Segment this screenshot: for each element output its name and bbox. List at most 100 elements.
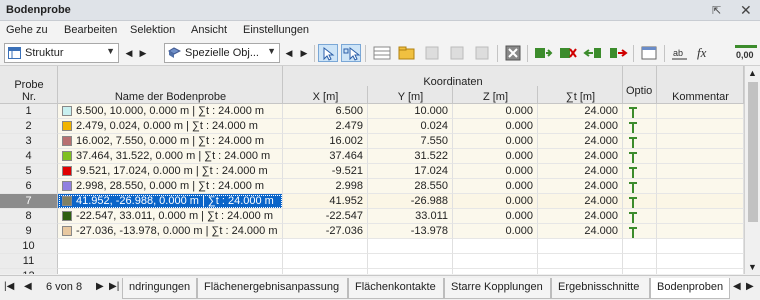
x-cell[interactable]: 2.479 bbox=[283, 119, 368, 134]
z-cell[interactable]: 0.000 bbox=[453, 194, 538, 209]
comment-cell[interactable] bbox=[657, 104, 744, 119]
x-cell[interactable] bbox=[283, 254, 368, 269]
prev-page-button[interactable]: ◀ bbox=[24, 281, 32, 292]
x-cell[interactable] bbox=[283, 239, 368, 254]
options-cell[interactable] bbox=[623, 149, 657, 164]
menu-settings[interactable]: Einstellungen bbox=[243, 24, 309, 36]
comment-cell[interactable] bbox=[657, 269, 744, 274]
z-cell[interactable] bbox=[453, 239, 538, 254]
sample-name-cell[interactable]: 2.479, 0.024, 0.000 m | ∑t : 24.000 m bbox=[58, 119, 283, 134]
menu-selection[interactable]: Selektion bbox=[130, 24, 175, 36]
x-cell[interactable]: 16.002 bbox=[283, 134, 368, 149]
comment-cell[interactable] bbox=[657, 149, 744, 164]
x-cell[interactable]: 2.998 bbox=[283, 179, 368, 194]
menu-edit[interactable]: Bearbeiten bbox=[64, 24, 117, 36]
x-cell[interactable]: 41.952 bbox=[283, 194, 368, 209]
sum-t-cell[interactable]: 24.000 bbox=[538, 179, 623, 194]
table-row[interactable]: 7 41.952, -26.988, 0.000 m | ∑t : 24.000 … bbox=[0, 194, 744, 209]
options-cell[interactable] bbox=[623, 239, 657, 254]
menu-goto[interactable]: Gehe zu bbox=[6, 24, 48, 36]
table-row[interactable]: 1 6.500, 10.000, 0.000 m | ∑t : 24.000 m 6… bbox=[0, 104, 744, 119]
table-row[interactable]: 3 16.002, 7.550, 0.000 m | ∑t : 24.000 m 1… bbox=[0, 134, 744, 149]
y-cell[interactable]: 28.550 bbox=[368, 179, 453, 194]
close-button[interactable]: ✕ bbox=[740, 2, 752, 19]
sample-name-cell[interactable]: -9.521, 17.024, 0.000 m | ∑t : 24.000 m bbox=[58, 164, 283, 179]
sum-t-cell[interactable] bbox=[538, 269, 623, 274]
table-row[interactable]: 12 bbox=[0, 269, 744, 274]
comment-cell[interactable] bbox=[657, 179, 744, 194]
sample-name-cell[interactable]: -27.036, -13.978, 0.000 m | ∑t : 24.000 … bbox=[58, 224, 283, 239]
options-cell[interactable] bbox=[623, 209, 657, 224]
y-cell[interactable]: 17.024 bbox=[368, 164, 453, 179]
options-cell[interactable] bbox=[623, 164, 657, 179]
first-page-button[interactable]: |◀ bbox=[4, 281, 14, 292]
sum-t-cell[interactable]: 24.000 bbox=[538, 209, 623, 224]
import-icon[interactable] bbox=[583, 44, 603, 62]
scroll-down-icon[interactable]: ▼ bbox=[748, 262, 757, 272]
table-row[interactable]: 10 bbox=[0, 239, 744, 254]
sample-name-cell[interactable] bbox=[58, 269, 283, 274]
objects-combo[interactable]: Spezielle Obj... ▼ bbox=[164, 43, 280, 63]
sum-t-cell[interactable]: 24.000 bbox=[538, 134, 623, 149]
table-row[interactable]: 4 37.464, 31.522, 0.000 m | ∑t : 24.000 m… bbox=[0, 149, 744, 164]
x-cell[interactable]: -22.547 bbox=[283, 209, 368, 224]
sum-t-cell[interactable]: 24.000 bbox=[538, 149, 623, 164]
vertical-scrollbar[interactable]: ▲ ▼ bbox=[744, 66, 760, 274]
comment-cell[interactable] bbox=[657, 224, 744, 239]
comment-cell[interactable] bbox=[657, 119, 744, 134]
y-cell[interactable]: 10.000 bbox=[368, 104, 453, 119]
next-arrow-button[interactable]: ▶ bbox=[136, 45, 150, 61]
scrollbar-thumb[interactable] bbox=[748, 82, 758, 222]
options-cell[interactable] bbox=[623, 269, 657, 274]
comment-cell[interactable] bbox=[657, 209, 744, 224]
sample-name-cell[interactable]: -22.547, 33.011, 0.000 m | ∑t : 24.000 m bbox=[58, 209, 283, 224]
z-cell[interactable] bbox=[453, 269, 538, 274]
folder-icon[interactable] bbox=[397, 44, 417, 62]
comment-cell[interactable] bbox=[657, 134, 744, 149]
sample-name-cell[interactable] bbox=[58, 254, 283, 269]
last-page-button[interactable]: ▶| bbox=[109, 281, 119, 292]
tab-6[interactable]: Bodenproben bbox=[650, 278, 730, 299]
y-cell[interactable]: -26.988 bbox=[368, 194, 453, 209]
z-cell[interactable] bbox=[453, 254, 538, 269]
options-cell[interactable] bbox=[623, 119, 657, 134]
tab-3[interactable]: Flächenkontakte bbox=[348, 278, 444, 299]
table-row[interactable]: 2 2.479, 0.024, 0.000 m | ∑t : 24.000 m 2.… bbox=[0, 119, 744, 134]
tab-2[interactable]: Flächenergebnisanpassung bbox=[197, 278, 348, 299]
options-cell[interactable] bbox=[623, 104, 657, 119]
table-row[interactable]: 9 -27.036, -13.978, 0.000 m | ∑t : 24.000… bbox=[0, 224, 744, 239]
insert-row-icon[interactable] bbox=[533, 44, 553, 62]
y-cell[interactable]: 31.522 bbox=[368, 149, 453, 164]
sample-name-cell[interactable]: 41.952, -26.988, 0.000 m | ∑t : 24.000 m bbox=[58, 194, 283, 209]
prev-arrow-button[interactable]: ◀ bbox=[122, 45, 136, 61]
next-page-button[interactable]: ▶ bbox=[96, 281, 104, 292]
export-icon[interactable] bbox=[608, 44, 628, 62]
y-cell[interactable]: 7.550 bbox=[368, 134, 453, 149]
sum-t-cell[interactable]: 24.000 bbox=[538, 104, 623, 119]
comment-cell[interactable] bbox=[657, 254, 744, 269]
sum-t-cell[interactable] bbox=[538, 239, 623, 254]
y-cell[interactable]: 33.011 bbox=[368, 209, 453, 224]
sum-t-cell[interactable]: 24.000 bbox=[538, 224, 623, 239]
tab-4[interactable]: Starre Kopplungen bbox=[444, 278, 551, 299]
sum-t-cell[interactable]: 24.000 bbox=[538, 194, 623, 209]
tab-1[interactable]: ndringungen bbox=[122, 278, 197, 299]
z-cell[interactable]: 0.000 bbox=[453, 164, 538, 179]
y-cell[interactable] bbox=[368, 239, 453, 254]
next-object-button[interactable]: ▶ bbox=[297, 45, 311, 61]
z-cell[interactable]: 0.000 bbox=[453, 104, 538, 119]
comment-cell[interactable] bbox=[657, 164, 744, 179]
delete-icon[interactable] bbox=[503, 44, 523, 62]
table-row[interactable]: 8 -22.547, 33.011, 0.000 m | ∑t : 24.000 … bbox=[0, 209, 744, 224]
x-cell[interactable]: -27.036 bbox=[283, 224, 368, 239]
scroll-up-icon[interactable]: ▲ bbox=[748, 68, 757, 78]
menu-view[interactable]: Ansicht bbox=[191, 24, 227, 36]
select-alt-button[interactable] bbox=[341, 44, 361, 62]
sum-t-cell[interactable]: 24.000 bbox=[538, 119, 623, 134]
z-cell[interactable]: 0.000 bbox=[453, 149, 538, 164]
options-cell[interactable] bbox=[623, 194, 657, 209]
sample-name-cell[interactable] bbox=[58, 239, 283, 254]
tab-scroll-right[interactable]: ▶ bbox=[746, 281, 754, 292]
prev-object-button[interactable]: ◀ bbox=[282, 45, 296, 61]
x-cell[interactable]: 37.464 bbox=[283, 149, 368, 164]
